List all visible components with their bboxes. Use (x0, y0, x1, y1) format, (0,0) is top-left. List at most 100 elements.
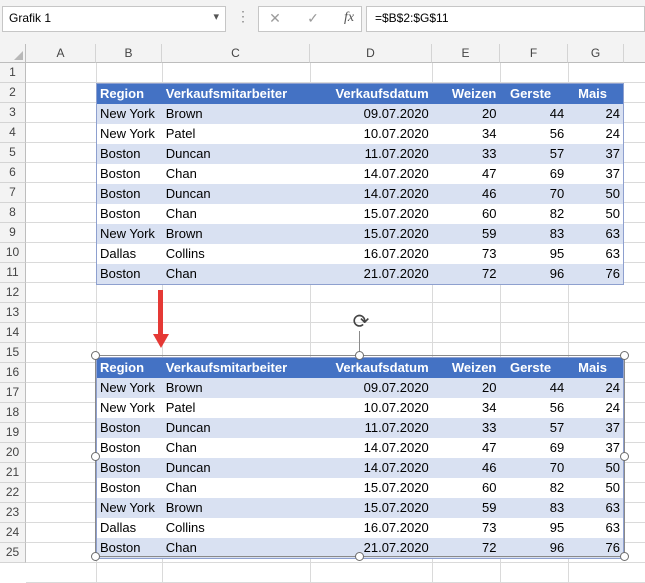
select-all-corner[interactable] (0, 44, 26, 63)
header-cell[interactable]: Mais (567, 84, 623, 104)
table-cell[interactable]: Boston (97, 164, 163, 184)
more-options-icon[interactable]: ⋮ (236, 8, 250, 25)
table-cell[interactable]: 33 (432, 144, 500, 164)
row-header[interactable]: 11 (0, 263, 26, 283)
table-cell[interactable]: Chan (163, 264, 310, 284)
row-header[interactable]: 10 (0, 243, 26, 263)
table-cell[interactable]: 96 (499, 264, 567, 284)
table-cell[interactable]: Duncan (163, 184, 310, 204)
column-header[interactable]: E (432, 44, 500, 63)
table-cell[interactable]: 59 (432, 224, 500, 244)
row-header[interactable]: 20 (0, 443, 26, 463)
table-cell[interactable]: 14.07.2020 (310, 164, 432, 184)
resize-handle[interactable] (355, 552, 364, 561)
row-header[interactable]: 4 (0, 123, 26, 143)
table-cell[interactable]: 82 (499, 204, 567, 224)
row-header[interactable]: 1 (0, 63, 26, 83)
rotate-icon[interactable]: ⟳ (350, 311, 372, 333)
table-cell[interactable]: Brown (163, 224, 310, 244)
header-cell[interactable]: Verkaufsmitarbeiter (163, 84, 310, 104)
header-cell[interactable]: Verkaufsdatum (310, 84, 432, 104)
column-header[interactable]: D (310, 44, 432, 63)
header-cell[interactable]: Region (97, 84, 163, 104)
resize-handle[interactable] (620, 452, 629, 461)
resize-handle[interactable] (620, 351, 629, 360)
row-header[interactable]: 8 (0, 203, 26, 223)
row-header[interactable]: 12 (0, 283, 26, 303)
table-cell[interactable]: 63 (567, 224, 623, 244)
table-cell[interactable]: Chan (163, 164, 310, 184)
table-cell[interactable]: 09.07.2020 (310, 104, 432, 124)
table-cell[interactable]: Dallas (97, 244, 163, 264)
table-cell[interactable]: 37 (567, 164, 623, 184)
row-header[interactable]: 3 (0, 103, 26, 123)
resize-handle[interactable] (355, 351, 364, 360)
row-header[interactable]: 9 (0, 223, 26, 243)
table-cell[interactable]: 14.07.2020 (310, 184, 432, 204)
table-cell[interactable]: Collins (163, 244, 310, 264)
table-cell[interactable]: 57 (499, 144, 567, 164)
row-header[interactable]: 2 (0, 83, 26, 103)
picture-selection-frame[interactable] (95, 355, 625, 557)
close-icon[interactable]: ✕ (264, 7, 286, 29)
source-table[interactable]: Region Verkaufsmitarbeiter Verkaufsdatum… (96, 83, 624, 285)
table-cell[interactable]: 50 (567, 204, 623, 224)
table-cell[interactable]: 11.07.2020 (310, 144, 432, 164)
table-cell[interactable]: 63 (567, 244, 623, 264)
table-cell[interactable]: 16.07.2020 (310, 244, 432, 264)
insert-function-button[interactable]: fx (338, 7, 360, 29)
row-header[interactable]: 23 (0, 503, 26, 523)
formula-input[interactable]: =$B$2:$G$11 (366, 6, 645, 32)
row-header[interactable]: 16 (0, 363, 26, 383)
table-cell[interactable]: 76 (567, 264, 623, 284)
table-cell[interactable]: Chan (163, 204, 310, 224)
table-cell[interactable]: 34 (432, 124, 500, 144)
table-cell[interactable]: 95 (499, 244, 567, 264)
row-header[interactable]: 14 (0, 323, 26, 343)
row-header[interactable]: 24 (0, 523, 26, 543)
row-header[interactable]: 15 (0, 343, 26, 363)
table-cell[interactable]: Brown (163, 104, 310, 124)
column-header[interactable]: A (26, 44, 96, 63)
table-cell[interactable]: 24 (567, 124, 623, 144)
table-cell[interactable]: 46 (432, 184, 500, 204)
table-cell[interactable]: 20 (432, 104, 500, 124)
row-header[interactable]: 25 (0, 543, 26, 563)
check-icon[interactable]: ✓ (302, 7, 324, 29)
table-cell[interactable]: 69 (499, 164, 567, 184)
table-cell[interactable]: Duncan (163, 144, 310, 164)
table-cell[interactable]: Boston (97, 184, 163, 204)
row-header[interactable]: 13 (0, 303, 26, 323)
column-header[interactable]: G (568, 44, 624, 63)
row-header[interactable]: 19 (0, 423, 26, 443)
table-cell[interactable]: Boston (97, 264, 163, 284)
resize-handle[interactable] (91, 452, 100, 461)
column-header[interactable]: F (500, 44, 568, 63)
table-cell[interactable]: 10.07.2020 (310, 124, 432, 144)
table-cell[interactable]: 44 (499, 104, 567, 124)
row-header[interactable]: 6 (0, 163, 26, 183)
table-cell[interactable]: Patel (163, 124, 310, 144)
header-cell[interactable]: Weizen (432, 84, 500, 104)
table-cell[interactable]: 21.07.2020 (310, 264, 432, 284)
name-box[interactable]: Grafik 1 ▾ (2, 6, 226, 32)
row-header[interactable]: 7 (0, 183, 26, 203)
column-header[interactable]: C (162, 44, 310, 63)
table-cell[interactable]: 70 (499, 184, 567, 204)
row-header[interactable]: 18 (0, 403, 26, 423)
row-header[interactable]: 5 (0, 143, 26, 163)
row-header[interactable]: 22 (0, 483, 26, 503)
chevron-down-icon[interactable]: ▾ (213, 10, 219, 23)
table-cell[interactable]: 73 (432, 244, 500, 264)
table-cell[interactable]: 47 (432, 164, 500, 184)
table-cell[interactable]: 37 (567, 144, 623, 164)
table-cell[interactable]: 15.07.2020 (310, 204, 432, 224)
table-cell[interactable]: 60 (432, 204, 500, 224)
table-cell[interactable]: Boston (97, 144, 163, 164)
row-header[interactable]: 21 (0, 463, 26, 483)
table-cell[interactable]: 15.07.2020 (310, 224, 432, 244)
table-cell[interactable]: New York (97, 224, 163, 244)
table-cell[interactable]: New York (97, 124, 163, 144)
column-header-partial[interactable] (624, 44, 645, 63)
resize-handle[interactable] (91, 552, 100, 561)
